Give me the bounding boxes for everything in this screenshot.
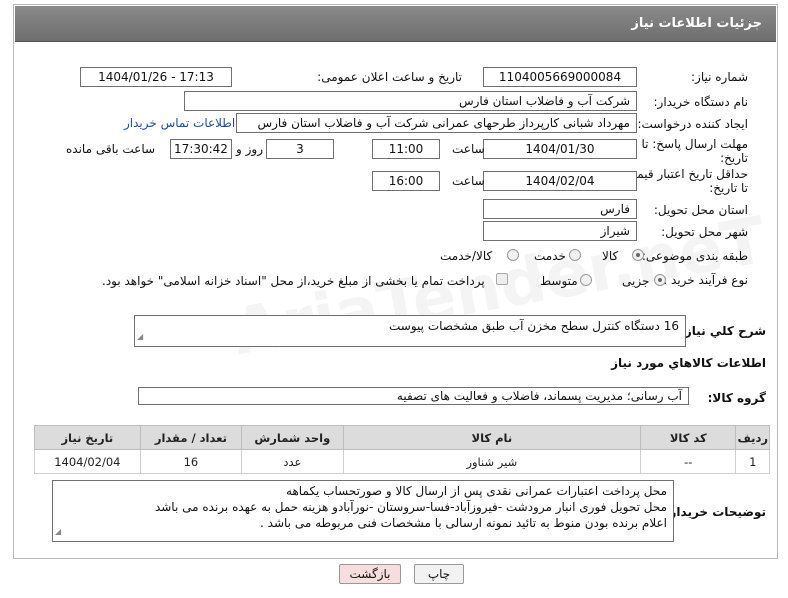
deadline-label-line1: مهلت ارسال پاسخ: تا bbox=[641, 137, 748, 151]
title-bar: جزئیات اطلاعات نیاز bbox=[15, 6, 776, 42]
col-name: نام کالا bbox=[342, 425, 642, 450]
goods-info-heading: اطلاعات كالاهاي مورد نياز bbox=[611, 356, 766, 370]
cell-unit: عدد bbox=[241, 449, 344, 474]
announce-datetime-field: 1404/01/26 - 17:13 bbox=[80, 67, 232, 87]
goods-table: ردیف کد کالا نام کالا واحد شمارش تعداد /… bbox=[34, 425, 770, 474]
city-label: شهر محل تحویل: bbox=[661, 225, 748, 239]
buyer-notes-textarea[interactable]: محل پرداخت اعتبارات عمرانی نقدی پس از ار… bbox=[52, 480, 674, 542]
cell-code: -- bbox=[640, 449, 737, 474]
back-button[interactable]: بازگشت bbox=[339, 564, 401, 584]
process-option-minor: جزیی bbox=[622, 274, 650, 288]
need-number-field: 1104005669000084 bbox=[483, 67, 637, 87]
validity-time-field: 16:00 bbox=[372, 171, 440, 191]
cell-qty: 16 bbox=[139, 449, 243, 474]
col-qty: تعداد / مقدار bbox=[139, 425, 243, 450]
category-radio-goods-service[interactable] bbox=[507, 249, 519, 261]
remaining-time-field: 17:30:42 bbox=[170, 139, 232, 159]
resize-grip-icon[interactable]: ◢ bbox=[137, 329, 143, 345]
description-label: شرح كلي نياز: bbox=[680, 324, 766, 338]
category-option-goods-service: کالا/خدمت bbox=[440, 249, 493, 263]
requester-label: ایجاد کننده درخواست: bbox=[637, 117, 748, 131]
goods-group-label: گروه كالا: bbox=[707, 391, 766, 405]
process-type-label: نوع فرآیند خرید : bbox=[663, 273, 748, 287]
process-radio-minor[interactable] bbox=[654, 274, 666, 286]
buyer-org-label: نام دستگاه خریدار: bbox=[653, 95, 749, 109]
description-text: 16 دستگاه کنترل سطح مخزن آب طبق مشخصات پ… bbox=[389, 319, 679, 333]
requester-field: مهرداد شبانی کارپرداز طرحهای عمرانی شرکت… bbox=[236, 113, 637, 133]
table-header-row: ردیف کد کالا نام کالا واحد شمارش تعداد /… bbox=[34, 425, 770, 450]
buyer-contact-link[interactable]: اطلاعات تماس خریدار bbox=[124, 116, 235, 130]
deadline-time-field: 11:00 bbox=[372, 139, 440, 159]
category-label: طبقه بندی موضوعی: bbox=[641, 249, 748, 263]
category-option-goods: کالا bbox=[602, 249, 619, 263]
province-field: فارس bbox=[483, 199, 637, 219]
description-textarea[interactable]: 16 دستگاه کنترل سطح مخزن آب طبق مشخصات پ… bbox=[134, 315, 686, 347]
deadline-date-field: 1404/01/30 bbox=[483, 139, 637, 159]
deadline-days-field: 3 bbox=[266, 139, 334, 159]
process-option-medium: متوسط bbox=[540, 274, 578, 288]
validity-label-line2: تا تاریخ: bbox=[709, 181, 748, 195]
process-radio-medium[interactable] bbox=[580, 274, 592, 286]
need-number-label: شماره نیاز: bbox=[691, 70, 748, 84]
province-label: استان محل تحویل: bbox=[653, 203, 748, 217]
col-row: ردیف bbox=[735, 425, 770, 450]
cell-row: 1 bbox=[735, 449, 770, 474]
goods-group-field: آب رسانی؛ مدیریت پسماند، فاضلاب و فعالیت… bbox=[138, 387, 689, 405]
print-button[interactable]: چاپ bbox=[414, 564, 464, 584]
category-radio-goods[interactable] bbox=[632, 249, 644, 261]
category-radio-service[interactable] bbox=[569, 249, 581, 261]
resize-grip-icon[interactable]: ◢ bbox=[55, 524, 61, 540]
city-field: شیراز bbox=[483, 221, 637, 241]
col-unit: واحد شمارش bbox=[241, 425, 344, 450]
buyer-org-field: شرکت آب و فاضلاب استان فارس bbox=[184, 91, 637, 111]
validity-date-field: 1404/02/04 bbox=[483, 171, 637, 191]
payment-note: پرداخت تمام یا بخشی از مبلغ خرید،از محل … bbox=[102, 274, 485, 288]
table-row: 1 -- شیر شناور عدد 16 1404/02/04 bbox=[34, 449, 770, 474]
announce-datetime-label: تاریخ و ساعت اعلان عمومی: bbox=[317, 70, 462, 84]
buyer-note-line: محل تحویل فوری انبار مرودشت -فیروزآباد-ف… bbox=[154, 500, 667, 514]
buyer-notes-label: توضیحات خریدار: bbox=[664, 505, 766, 519]
category-option-service: خدمت bbox=[534, 249, 566, 263]
deadline-label-line2: تاریخ: bbox=[720, 151, 748, 165]
col-date: تاریخ نیاز bbox=[34, 425, 141, 450]
buyer-note-line: اعلام برنده بودن منوط به تائید نمونه ارس… bbox=[260, 516, 667, 530]
validity-label-line1: حداقل تاریخ اعتبار قیمت: bbox=[621, 167, 748, 181]
days-and-label: روز و bbox=[236, 142, 263, 156]
deadline-hour-label: ساعت bbox=[452, 142, 485, 156]
cell-date: 1404/02/04 bbox=[34, 449, 141, 474]
cell-name: شیر شناور bbox=[342, 449, 642, 474]
col-code: کد کالا bbox=[640, 425, 737, 450]
validity-hour-label: ساعت bbox=[452, 174, 485, 188]
page-title: جزئیات اطلاعات نیاز bbox=[631, 16, 762, 31]
buyer-note-line: محل پرداخت اعتبارات عمرانی نقدی پس از ار… bbox=[286, 484, 667, 498]
remaining-label: ساعت باقی مانده bbox=[66, 142, 156, 156]
treasury-checkbox[interactable] bbox=[496, 273, 508, 285]
